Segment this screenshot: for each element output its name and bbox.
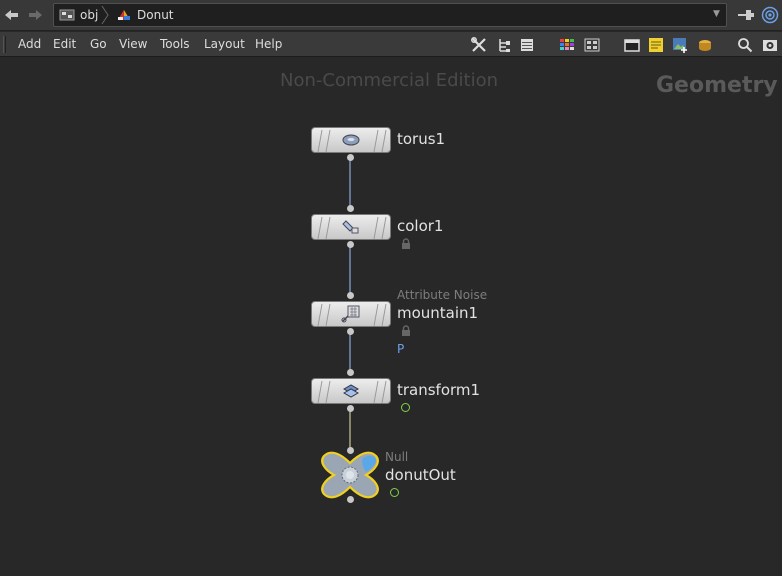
node-name-color1[interactable]: color1: [397, 217, 443, 235]
menu-tools[interactable]: Tools: [160, 32, 190, 57]
output-port[interactable]: [347, 496, 354, 503]
input-port[interactable]: [347, 447, 354, 454]
menu-go[interactable]: Go: [90, 32, 107, 57]
forward-arrow-icon[interactable]: [26, 6, 44, 24]
node-name-donutOut[interactable]: donutOut: [385, 466, 456, 484]
breadcrumb-label: Donut: [137, 8, 174, 22]
color-palette-icon[interactable]: [559, 37, 575, 53]
node-flag-green-circle: [390, 488, 399, 497]
node-name-transform1[interactable]: transform1: [397, 381, 480, 399]
color-icon: [342, 220, 359, 234]
tree-view-icon[interactable]: [496, 37, 512, 53]
node-flag-green-circle: [401, 403, 410, 412]
network-editor-canvas[interactable]: Non-Commercial Edition Geometry torus1 c…: [0, 58, 782, 576]
node-type-label: Attribute Noise: [397, 288, 488, 302]
torus-icon: [342, 134, 360, 146]
network-path-field[interactable]: obj Donut ▼: [53, 3, 727, 27]
pin-icon[interactable]: [737, 6, 755, 24]
transform-icon: [342, 384, 360, 398]
sticky-note-icon[interactable]: [648, 37, 664, 53]
breadcrumb-obj[interactable]: obj: [59, 4, 98, 26]
breadcrumb-donut[interactable]: Donut: [116, 4, 174, 26]
menu-edit[interactable]: Edit: [53, 32, 76, 57]
dot-icon[interactable]: [697, 37, 713, 53]
obj-network-icon: [59, 9, 75, 21]
link-target-icon[interactable]: [761, 6, 779, 24]
node-name-mountain1[interactable]: mountain1: [397, 304, 478, 322]
output-port[interactable]: [347, 154, 354, 161]
output-port[interactable]: [347, 241, 354, 248]
breadcrumb-separator: [101, 5, 109, 25]
list-view-icon[interactable]: [519, 37, 535, 53]
null-icon[interactable]: [319, 450, 381, 500]
input-port[interactable]: [347, 369, 354, 376]
node-name-torus1[interactable]: torus1: [397, 130, 445, 148]
menu-view[interactable]: View: [119, 32, 147, 57]
input-port[interactable]: [347, 205, 354, 212]
back-arrow-icon[interactable]: [3, 6, 21, 24]
output-port[interactable]: [347, 328, 354, 335]
node-mountain1[interactable]: [311, 301, 391, 327]
breadcrumb-label: obj: [80, 8, 99, 22]
node-wires: [349, 157, 351, 450]
menu-help[interactable]: Help: [255, 32, 282, 57]
menu-layout[interactable]: Layout: [204, 32, 245, 57]
search-icon[interactable]: [737, 37, 753, 53]
menu-add[interactable]: Add: [18, 32, 41, 57]
network-box-icon[interactable]: [624, 37, 640, 53]
path-dropdown-icon[interactable]: ▼: [713, 9, 723, 21]
wrench-icon[interactable]: [471, 37, 487, 53]
output-port[interactable]: [347, 405, 354, 412]
node-transform1[interactable]: [311, 378, 391, 404]
node-type-label: Null: [385, 450, 409, 464]
node-color1[interactable]: [311, 214, 391, 240]
input-port[interactable]: [347, 292, 354, 299]
lock-icon[interactable]: [401, 325, 411, 336]
menu-grip-handle[interactable]: [3, 36, 6, 53]
image-add-icon[interactable]: [672, 37, 688, 53]
menu-bar: Add Edit Go View Tools Layout Help: [0, 32, 782, 57]
shape-palette-icon[interactable]: [584, 37, 600, 53]
display-flags-icon[interactable]: [762, 37, 778, 53]
lock-icon[interactable]: [401, 238, 411, 249]
geometry-object-icon: [118, 10, 130, 20]
attribute-noise-icon: [341, 305, 360, 323]
node-flag-p: P: [397, 342, 405, 356]
path-bar: obj Donut ▼: [0, 0, 782, 31]
node-torus1[interactable]: [311, 127, 391, 153]
